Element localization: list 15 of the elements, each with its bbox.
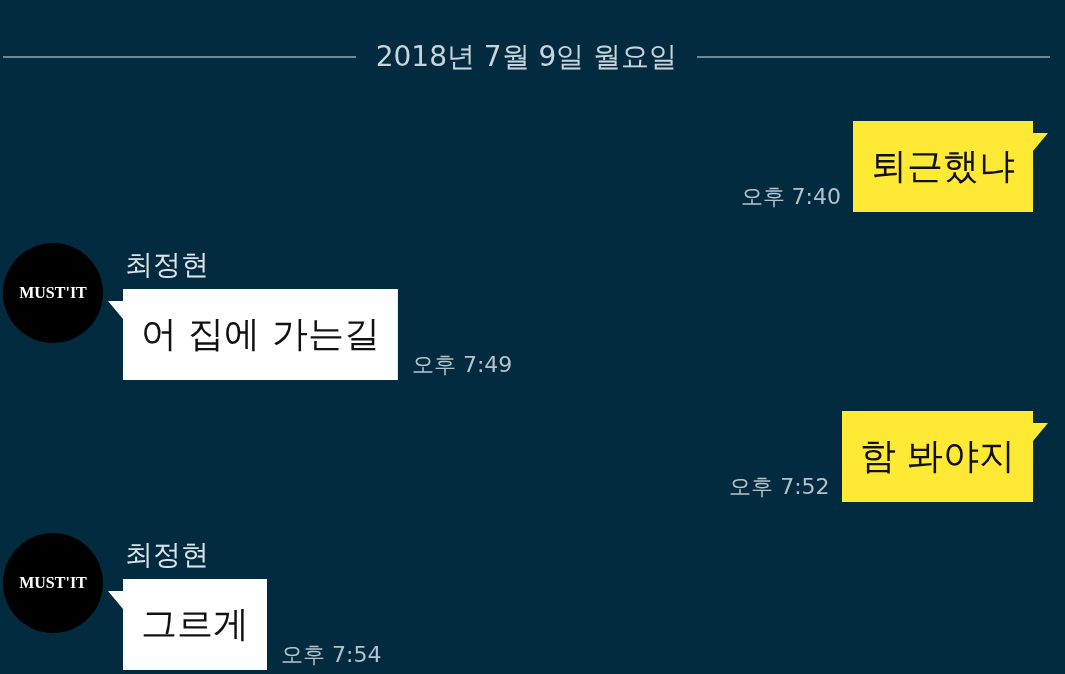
sender-name: 최정현	[125, 537, 210, 573]
message-time: 오후 7:49	[411, 352, 513, 378]
logo-text: MUST'IT	[19, 284, 87, 302]
sender-name: 최정현	[125, 247, 210, 283]
received-message-bubble: 어 집에 가는길	[108, 289, 398, 380]
avatar[interactable]: MUST'IT	[3, 243, 103, 343]
sent-message-bubble: 함 봐야지	[841, 411, 1048, 502]
message-time: 오후 7:52	[729, 474, 830, 500]
sent-message-bubble: 퇴근했냐	[853, 121, 1048, 212]
message-time: 오후 7:54	[281, 642, 382, 668]
logo-text: MUST'IT	[19, 574, 87, 592]
date-divider-text: 2018년 7월 9일 월요일	[375, 39, 678, 75]
received-message-bubble: 그르게	[108, 579, 267, 670]
message-time: 오후 7:40	[740, 184, 841, 210]
avatar[interactable]: MUST'IT	[3, 533, 103, 633]
